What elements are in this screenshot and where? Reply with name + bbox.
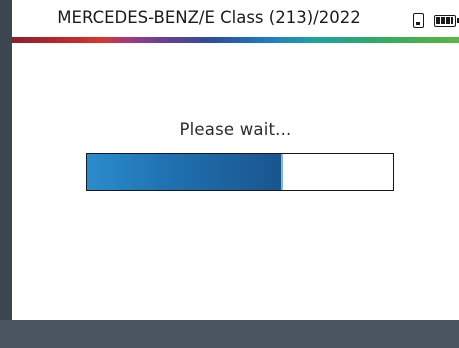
sim-card-icon xyxy=(413,13,424,28)
footer-bar xyxy=(0,320,459,348)
vehicle-title: MERCEDES-BENZ/E Class (213)/2022 xyxy=(57,8,361,27)
progress-bar-fill xyxy=(87,154,283,190)
header-bar: MERCEDES-BENZ/E Class (213)/2022 xyxy=(12,0,459,36)
status-message: Please wait... xyxy=(179,120,292,139)
battery-icon xyxy=(434,15,459,27)
device-frame-edge xyxy=(0,0,12,348)
progress-bar xyxy=(86,153,394,191)
color-stripe-divider xyxy=(12,37,459,43)
loading-screen: MERCEDES-BENZ/E Class (213)/2022 Please … xyxy=(0,0,459,348)
